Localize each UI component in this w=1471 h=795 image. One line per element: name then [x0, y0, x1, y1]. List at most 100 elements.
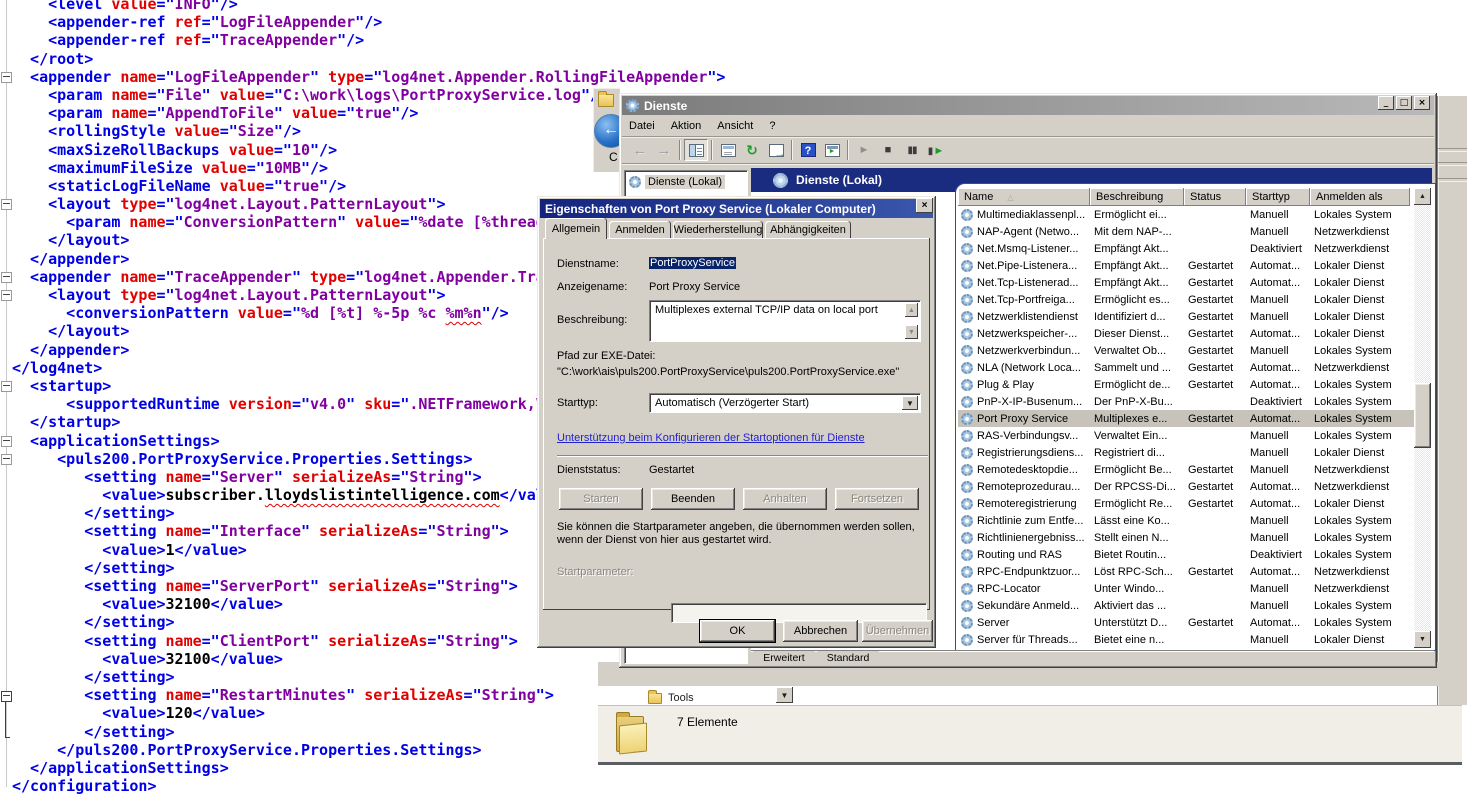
table-row[interactable]: Net.Tcp-Portfreiga...Ermöglicht es...Ges… [958, 291, 1414, 308]
column-header-anmeldenals[interactable]: Anmelden als [1310, 188, 1410, 206]
chevron-down-icon[interactable]: ▼ [776, 687, 793, 703]
show-description-icon[interactable] [820, 139, 844, 161]
menu-item-aktion[interactable]: Aktion [664, 118, 709, 134]
cell-status: Gestartet [1184, 294, 1246, 306]
close-icon[interactable]: × [916, 198, 933, 213]
table-row[interactable]: Richtlinienergebniss...Stellt einen N...… [958, 529, 1414, 546]
tab-wiederherstellung[interactable]: Wiederherstellung [673, 221, 763, 239]
table-row[interactable]: RPC-LocatorUnter Windo...ManuellNetzwerk… [958, 580, 1414, 597]
scroll-up-icon[interactable]: ▲ [1414, 188, 1431, 205]
list-item[interactable]: Tools [648, 691, 694, 704]
export-list-icon[interactable] [764, 139, 788, 161]
cell-name: NLA (Network Loca... [958, 362, 1090, 374]
stop-service-icon[interactable]: ■ [876, 139, 900, 161]
scroll-down-icon[interactable]: ▼ [1414, 631, 1431, 648]
back-arrow-icon[interactable]: ← [628, 139, 652, 161]
folder-icon [648, 693, 662, 704]
table-row[interactable]: Net.Msmq-Listener...Empfängt Akt...Deakt… [958, 240, 1414, 257]
menu-item-ansicht[interactable]: Ansicht [710, 118, 760, 134]
cell-status: Gestartet [1184, 498, 1246, 510]
fold-toggle-icon[interactable] [1, 381, 12, 392]
fold-toggle-icon[interactable] [1, 436, 12, 447]
table-row[interactable]: Richtlinie zum Entfe...Lässt eine Ko...M… [958, 512, 1414, 529]
menu-item-[interactable]: ? [762, 118, 782, 134]
tab-allgemein[interactable]: Allgemein [545, 218, 607, 239]
dialog-titlebar[interactable]: Eigenschaften von Port Proxy Service (Lo… [540, 199, 933, 218]
tab-anmelden[interactable]: Anmelden [609, 221, 671, 239]
table-row[interactable]: RPC-Endpunktzuor...Löst RPC-Sch...Gestar… [958, 563, 1414, 580]
table-row[interactable]: Server für Threads...Bietet eine n...Man… [958, 631, 1414, 648]
fold-toggle-icon[interactable] [1, 454, 12, 465]
scrollbar-thumb[interactable] [1414, 383, 1431, 448]
table-row[interactable]: Port Proxy ServiceMultiplexes e...Gestar… [958, 410, 1414, 427]
start-service-icon[interactable]: ► [852, 139, 876, 161]
table-row[interactable]: NetzwerklistendienstIdentifiziert d...Ge… [958, 308, 1414, 325]
view-tab-standard[interactable]: Standard [817, 651, 879, 664]
beschreibung-field[interactable]: Multiplexes external TCP/IP data on loca… [649, 300, 921, 342]
code-token: <value> [102, 541, 165, 559]
pause-service-icon[interactable]: ▮▮ [900, 139, 924, 161]
tab-abhängigkeiten[interactable]: Abhängigkeiten [765, 221, 851, 239]
cell-status: Gestartet [1184, 345, 1246, 357]
minimize-icon[interactable]: _ [1378, 96, 1394, 110]
fold-toggle-icon[interactable] [1, 72, 12, 83]
table-row[interactable]: Net.Pipe-Listenera...Empfängt Akt...Gest… [958, 257, 1414, 274]
anzeigename-value: Port Proxy Service [649, 281, 740, 293]
scroll-up-icon[interactable]: ▲ [905, 303, 918, 317]
refresh-icon[interactable]: ↻ [740, 139, 764, 161]
properties-window-icon[interactable] [716, 139, 740, 161]
table-row[interactable]: ServerUnterstützt D...GestartetAutomat..… [958, 614, 1414, 631]
view-tab-erweitert[interactable]: Erweitert [753, 651, 815, 664]
maximize-icon[interactable]: □ [1396, 96, 1412, 110]
column-header-name[interactable]: Name△ [958, 188, 1090, 206]
help-icon[interactable]: ? [796, 139, 820, 161]
column-header-starttyp[interactable]: Starttyp [1246, 188, 1310, 206]
code-token: =" [156, 286, 174, 304]
startoptions-help-link[interactable]: Unterstützung beim Konfigurieren der Sta… [557, 432, 865, 444]
code-token: "> [464, 468, 482, 486]
table-row[interactable]: Remoteprozedurau...Der RPCSS-Di...Gestar… [958, 478, 1414, 495]
code-token: =" [202, 522, 220, 540]
table-row[interactable]: Multimediaklassenpl...Ermöglicht ei...Ma… [958, 206, 1414, 223]
restart-service-icon[interactable]: ▮► [924, 139, 948, 161]
show-tree-icon[interactable] [684, 139, 708, 161]
fold-toggle-icon[interactable] [1, 272, 12, 283]
fold-toggle-icon[interactable] [1, 199, 12, 210]
code-token: serializeAs [328, 632, 427, 650]
table-row[interactable]: Registrierungsdiens...Registriert di...M… [958, 444, 1414, 461]
fold-toggle-icon[interactable] [1, 290, 12, 301]
beenden-button[interactable]: Beenden [651, 488, 735, 510]
close-icon[interactable]: × [1414, 96, 1430, 110]
table-row[interactable]: RemoteregistrierungErmöglicht Re...Gesta… [958, 495, 1414, 512]
menu-item-datei[interactable]: Datei [622, 118, 662, 134]
column-header-beschreibung[interactable]: Beschreibung [1090, 188, 1184, 206]
table-row[interactable]: Netzwerkverbindun...Verwaltet Ob...Gesta… [958, 342, 1414, 359]
table-row[interactable]: Remotedesktopdie...Ermöglicht Be...Gesta… [958, 461, 1414, 478]
code-token: <puls200.PortProxyService.Properties.Set… [57, 450, 472, 468]
cell-starttyp: Automat... [1246, 413, 1310, 425]
table-row[interactable]: Plug & PlayErmöglicht de...GestartetAuto… [958, 376, 1414, 393]
abbrechen-button[interactable]: Abbrechen [783, 620, 858, 642]
starttyp-combobox[interactable]: Automatisch (Verzögerter Start) ▼ [649, 393, 921, 413]
table-row[interactable]: NLA (Network Loca...Sammelt und ...Gesta… [958, 359, 1414, 376]
cell-beschreibung: Empfängt Akt... [1090, 243, 1184, 255]
scrollbar[interactable]: ▲ ▼ [1414, 188, 1431, 648]
cell-beschreibung: Identifiziert d... [1090, 311, 1184, 323]
services-titlebar[interactable]: Dienste _□× [622, 96, 1434, 115]
table-row[interactable]: Net.Tcp-Listenerad...Empfängt Akt...Gest… [958, 274, 1414, 291]
cell-anmelden-als: Lokales System [1310, 532, 1410, 544]
chevron-down-icon[interactable]: ▼ [902, 396, 918, 410]
cell-starttyp: Manuell [1246, 345, 1310, 357]
table-row[interactable]: Sekundäre Anmeld...Aktiviert das ...Manu… [958, 597, 1414, 614]
table-row[interactable]: PnP-X-IP-Busenum...Der PnP-X-Bu...Deakti… [958, 393, 1414, 410]
table-row[interactable]: Routing und RASBietet Routin...Deaktivie… [958, 546, 1414, 563]
table-row[interactable]: Netzwerkspeicher-...Dieser Dienst...Gest… [958, 325, 1414, 342]
table-row[interactable]: NAP-Agent (Netwo...Mit dem NAP-...Manuel… [958, 223, 1414, 240]
cell-beschreibung: Mit dem NAP-... [1090, 226, 1184, 238]
column-header-status[interactable]: Status [1184, 188, 1246, 206]
scroll-down-icon[interactable]: ▼ [905, 325, 918, 339]
forward-arrow-icon[interactable]: → [652, 139, 676, 161]
ok-button[interactable]: OK [700, 620, 775, 642]
sidebar-item-dienste-lokal[interactable]: Dienste (Lokal) [629, 175, 747, 189]
table-row[interactable]: RAS-Verbindungsv...Verwaltet Ein...Manue… [958, 427, 1414, 444]
